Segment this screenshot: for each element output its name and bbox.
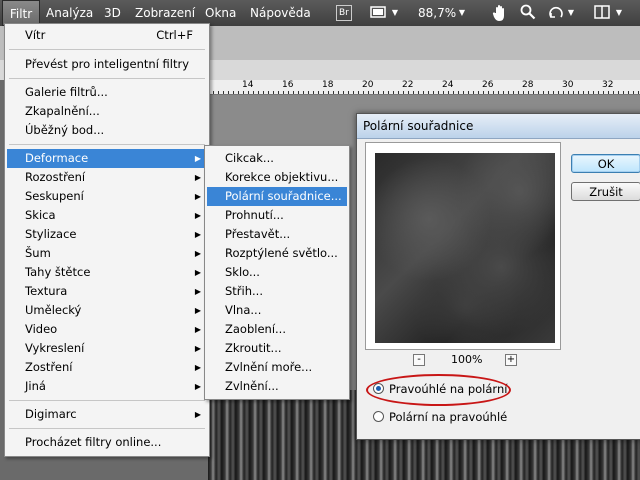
submenu-item-zaobleni[interactable]: Zaoblení...: [207, 320, 347, 339]
menu-separator: [9, 78, 205, 79]
submenu-arrow-icon: ▶: [194, 154, 201, 163]
submenu-arrow-icon: ▶: [194, 211, 201, 220]
zoom-chevron-down-icon[interactable]: ▼: [457, 4, 467, 22]
submenu-arrow-icon: ▶: [194, 192, 201, 201]
hand-tool-icon[interactable]: [490, 4, 510, 22]
zoom-out-button[interactable]: -: [413, 354, 425, 366]
ruler-label: 22: [402, 80, 414, 90]
rotate-chevron-down-icon[interactable]: ▼: [566, 4, 576, 22]
submenu-arrow-icon: ▶: [194, 344, 201, 353]
submenu-arrow-icon: ▶: [194, 249, 201, 258]
submenu-arrow-icon: ▶: [194, 173, 201, 182]
submenu-arrow-icon: ▶: [194, 268, 201, 277]
submenu-item-zvlneni[interactable]: Zvlnění...: [207, 377, 347, 396]
submenu-item-zkroutit[interactable]: Zkroutit...: [207, 339, 347, 358]
horizontal-ruler: 1416182022242628303234: [208, 80, 640, 95]
menu-item-digimarc[interactable]: Digimarc ▶: [7, 405, 207, 424]
menu-item-vanishing-point[interactable]: Úběžný bod...: [7, 121, 207, 140]
submenu-item-prohnuti[interactable]: Prohnutí...: [207, 206, 347, 225]
ruler-label: 26: [482, 80, 494, 90]
submenu-item-polarni-souradnice[interactable]: Polární souřadnice...: [207, 187, 347, 206]
rotate-view-icon[interactable]: [546, 4, 566, 22]
ruler-label: 16: [282, 80, 294, 90]
submenu-arrow-icon: ▶: [194, 287, 201, 296]
menu-separator: [9, 49, 205, 50]
menu-item-liquify[interactable]: Zkapalnění...: [7, 102, 207, 121]
ruler-ticks: [208, 91, 639, 94]
submenu-arrow-icon: ▶: [194, 410, 201, 419]
ruler-label: 28: [522, 80, 534, 90]
filter-menu: Vítr Ctrl+F Převést pro inteligentní filt…: [4, 23, 210, 457]
menu-separator: [9, 144, 205, 145]
dialog-title-bar[interactable]: Polární souřadnice: [357, 114, 640, 139]
menu-separator: [9, 428, 205, 429]
menu-item-convert-smart-filters[interactable]: Převést pro inteligentní filtry: [7, 55, 207, 74]
submenu-item-strih[interactable]: Střih...: [207, 282, 347, 301]
menu-item-jina[interactable]: Jiná ▶: [7, 377, 207, 396]
submenu-arrow-icon: ▶: [194, 325, 201, 334]
menu-napoveda[interactable]: Nápověda: [250, 0, 311, 26]
menu-item-deformace[interactable]: Deformace ▶: [7, 149, 207, 168]
menu-item-browse-filters-online[interactable]: Procházet filtry online...: [7, 433, 207, 452]
ruler-label: 32: [602, 80, 614, 90]
submenu-item-vlna[interactable]: Vlna...: [207, 301, 347, 320]
dialog-title: Polární souřadnice: [363, 119, 474, 133]
menu-item-vykresleni[interactable]: Vykreslení ▶: [7, 339, 207, 358]
submenu-item-rozptylene-svetlo[interactable]: Rozptýlené světlo...: [207, 244, 347, 263]
preview-frame: [365, 142, 561, 350]
submenu-item-korekce-objektivu[interactable]: Korekce objektivu...: [207, 168, 347, 187]
bridge-button[interactable]: Br: [336, 5, 352, 21]
radio-button[interactable]: [373, 411, 384, 422]
ruler-label: 14: [242, 80, 254, 90]
view-extras-icon[interactable]: [368, 4, 388, 22]
cancel-button[interactable]: Zrušit: [571, 182, 640, 201]
menu-item-zostreni[interactable]: Zostření ▶: [7, 358, 207, 377]
filter-preview[interactable]: [375, 153, 555, 343]
ruler-label: 18: [322, 80, 334, 90]
menu-item-vitr[interactable]: Vítr Ctrl+F: [7, 26, 207, 45]
menu-item-video[interactable]: Video ▶: [7, 320, 207, 339]
chevron-down-icon[interactable]: ▼: [390, 4, 400, 22]
ruler-label: 30: [562, 80, 574, 90]
menu-item-seskupeni[interactable]: Seskupení ▶: [7, 187, 207, 206]
menu-item-sum[interactable]: Šum ▶: [7, 244, 207, 263]
menu-item-filter-gallery[interactable]: Galerie filtrů...: [7, 83, 207, 102]
menu-item-tahy-stetce[interactable]: Tahy štětce ▶: [7, 263, 207, 282]
menu-item-umelecky[interactable]: Umělecký ▶: [7, 301, 207, 320]
ok-button[interactable]: OK: [571, 154, 640, 173]
submenu-arrow-icon: ▶: [194, 230, 201, 239]
zoom-level[interactable]: 88,7%: [418, 0, 456, 26]
menu-separator: [9, 400, 205, 401]
shortcut-label: Ctrl+F: [156, 28, 193, 42]
zoom-in-button[interactable]: +: [505, 354, 517, 366]
arrange-documents-icon[interactable]: [592, 4, 612, 22]
submenu-arrow-icon: ▶: [194, 363, 201, 372]
submenu-item-cikcak[interactable]: Cikcak...: [207, 149, 347, 168]
menu-item-textura[interactable]: Textura ▶: [7, 282, 207, 301]
submenu-arrow-icon: ▶: [194, 382, 201, 391]
menu-item-skica[interactable]: Skica ▶: [7, 206, 207, 225]
menu-item-stylizace[interactable]: Stylizace ▶: [7, 225, 207, 244]
menu-item-rozostreni[interactable]: Rozostření ▶: [7, 168, 207, 187]
zoom-tool-icon[interactable]: [518, 4, 538, 22]
highlight-annotation: [366, 374, 511, 406]
submenu-arrow-icon: ▶: [194, 306, 201, 315]
arrange-chevron-down-icon[interactable]: ▼: [614, 4, 624, 22]
deformace-submenu: Cikcak... Korekce objektivu... Polární s…: [204, 145, 350, 400]
preview-zoom-value: 100%: [451, 353, 483, 366]
ruler-label: 24: [442, 80, 454, 90]
ruler-label: 20: [362, 80, 374, 90]
submenu-item-sklo[interactable]: Sklo...: [207, 263, 347, 282]
submenu-item-zvlneni-more[interactable]: Zvlnění moře...: [207, 358, 347, 377]
submenu-item-prestavet[interactable]: Přestavět...: [207, 225, 347, 244]
